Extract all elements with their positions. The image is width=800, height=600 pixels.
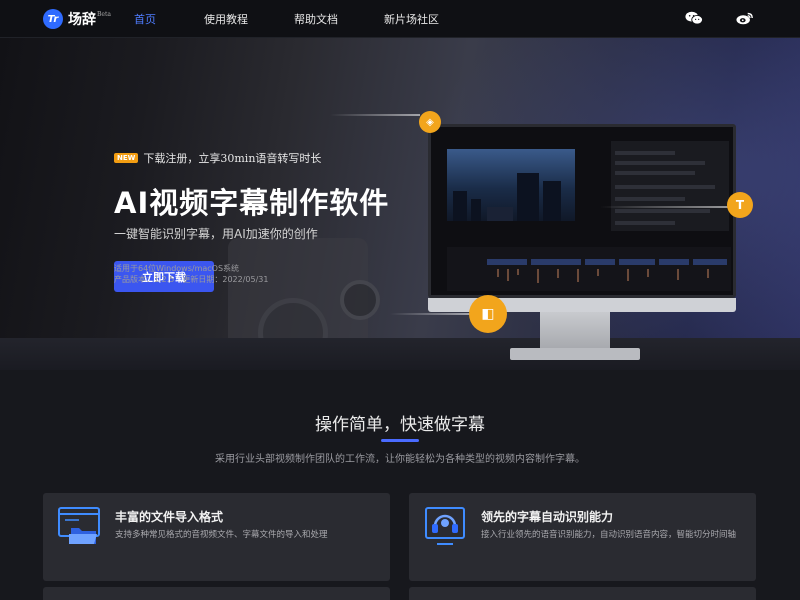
feature-card-partial — [409, 587, 756, 600]
title-underline — [381, 439, 419, 442]
features-description: 采用行业头部视频制作团队的工作流，让你能轻松为各种类型的视频内容制作字幕。 — [215, 454, 585, 465]
card-title: 领先的字幕自动识别能力 — [481, 510, 614, 524]
monitor-screen — [428, 124, 736, 298]
screen-video-preview — [447, 149, 575, 221]
desk-surface — [0, 338, 800, 370]
nav-help-docs[interactable]: 帮助文档 — [294, 11, 338, 27]
promo-text: 下载注册，立享30min语音转写时长 — [143, 152, 322, 165]
nav-tutorial[interactable]: 使用教程 — [204, 11, 248, 27]
card-title: 丰富的文件导入格式 — [115, 510, 224, 524]
feature-card-partial — [43, 587, 390, 600]
logo-mark: Tr — [43, 9, 63, 29]
hero-banner: ◈ T ◧ NEW 下载注册，立享30min语音转写时长 AI视频字幕制作软件 … — [0, 38, 800, 370]
monitor-stand — [540, 312, 610, 350]
logo[interactable]: Tr 场辞 Beta — [43, 9, 111, 29]
folder-icon — [58, 507, 100, 544]
feature-card-import: 丰富的文件导入格式 支持多种常见格式的音视频文件、字幕文件的导入和处理 — [43, 493, 390, 581]
monitor-base — [510, 348, 640, 360]
hero-subtitle: 一键智能识别字幕，用AI加速你的创作 — [114, 227, 318, 241]
nav-home[interactable]: 首页 — [134, 11, 156, 27]
nav-community[interactable]: 新片场社区 — [384, 11, 439, 27]
screen-settings-panel — [611, 141, 729, 231]
version-info: 产品版本：1.2.5 更新日期：2022/05/31 — [114, 275, 269, 284]
light-streak — [390, 313, 470, 315]
light-streak — [330, 114, 420, 116]
headset-icon — [425, 507, 465, 545]
speaker-tweeter — [340, 280, 380, 320]
beta-tag: Beta — [97, 10, 111, 18]
promo-line: NEW 下载注册，立享30min语音转写时长 — [114, 150, 321, 166]
platform-info: 适用于64位Windows/macOS系统 — [114, 264, 240, 273]
weibo-icon[interactable] — [736, 10, 754, 26]
top-nav: Tr 场辞 Beta 首页 使用教程 帮助文档 新片场社区 — [0, 0, 800, 38]
new-badge: NEW — [114, 153, 139, 163]
card-description: 接入行业领先的语音识别能力，自动识别语音内容，智能切分时间轴 — [481, 530, 737, 540]
text-format-icon: T — [727, 192, 753, 218]
screen-timeline — [447, 247, 731, 291]
feature-card-recognition: 领先的字幕自动识别能力 接入行业领先的语音识别能力，自动识别语音内容，智能切分时… — [409, 493, 756, 581]
hero-title: AI视频字幕制作软件 — [114, 186, 390, 220]
tag-icon: ◈ — [419, 111, 441, 133]
wechat-icon[interactable] — [685, 10, 703, 26]
features-title: 操作简单，快速做字幕 — [315, 415, 485, 435]
card-description: 支持多种常见格式的音视频文件、字幕文件的导入和处理 — [115, 530, 328, 540]
light-streak — [600, 206, 728, 208]
split-icon: ◧ — [469, 295, 507, 333]
logo-text: 场辞 — [68, 12, 96, 28]
